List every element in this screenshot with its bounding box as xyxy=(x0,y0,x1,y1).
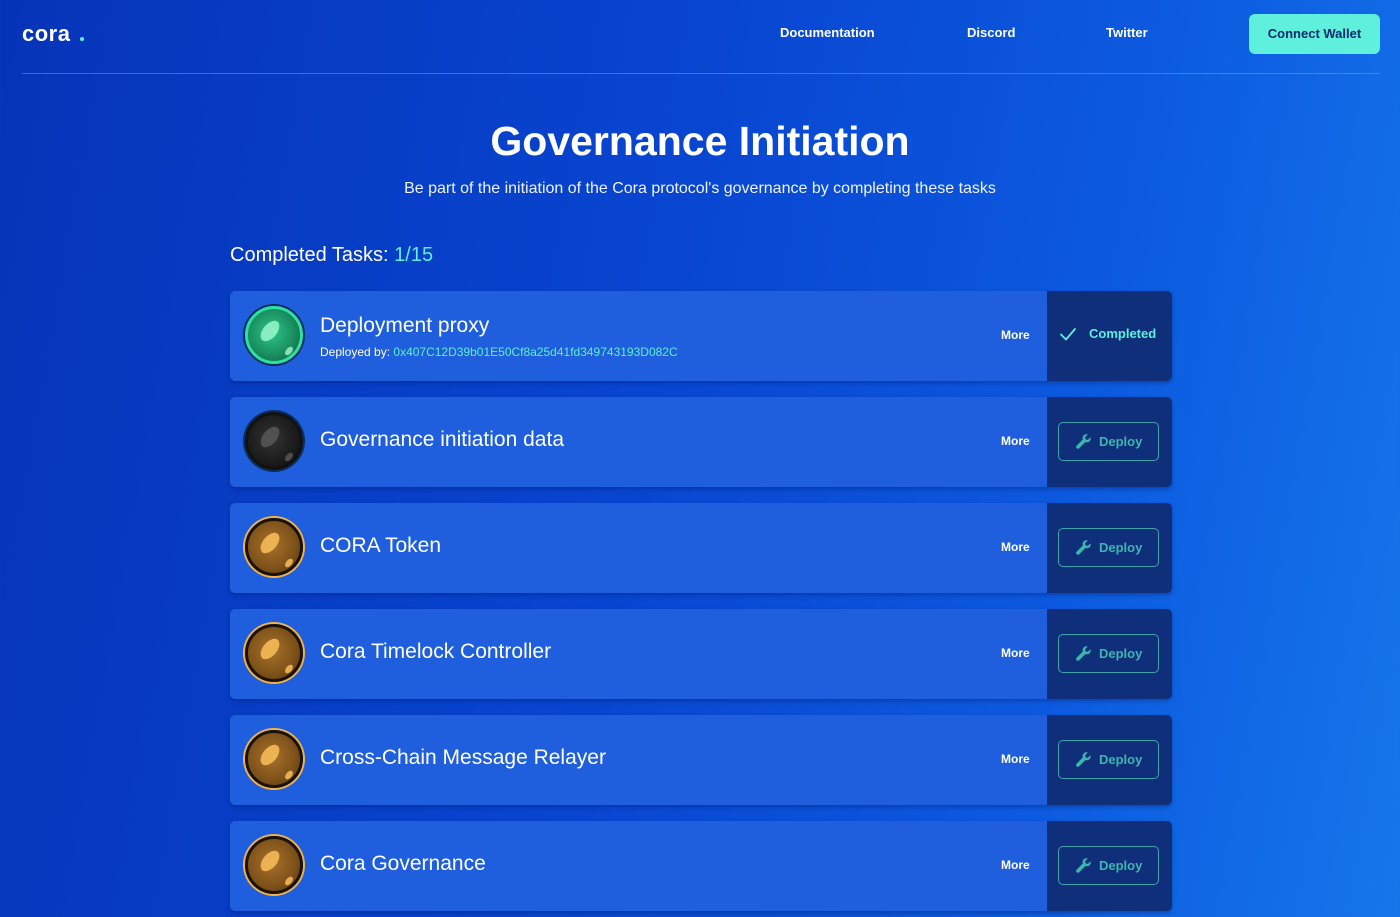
deployer-address-link[interactable]: 0x407C12D39b01E50Cf8a25d41fd349743193D08… xyxy=(393,345,677,359)
nav-link-documentation[interactable]: Documentation xyxy=(780,25,875,40)
wrench-icon xyxy=(1076,646,1091,661)
deploy-button[interactable]: Deploy xyxy=(1058,846,1159,885)
page-subtitle: Be part of the initiation of the Cora pr… xyxy=(404,180,996,197)
wrench-icon xyxy=(1076,858,1091,873)
task-name: Deployment proxy xyxy=(320,314,490,337)
task-action-panel: Deploy xyxy=(1047,397,1172,487)
task-action-panel: Deploy xyxy=(1047,503,1172,593)
completed-status-label: Completed xyxy=(1089,326,1157,341)
green-orb-icon xyxy=(245,306,303,364)
task-action-panel: Deploy xyxy=(1047,821,1172,911)
gold-orb-icon xyxy=(245,624,303,682)
task-name: CORA Token xyxy=(320,534,442,557)
task-card-cora-token: CORA Token More Deploy xyxy=(230,503,1172,593)
deploy-button-label: Deploy xyxy=(1099,540,1143,555)
more-button[interactable]: More xyxy=(1001,434,1030,448)
more-button[interactable]: More xyxy=(1001,858,1030,872)
task-card-governance-initiation-data: Governance initiation data More Deploy xyxy=(230,397,1172,487)
deployed-by-label: Deployed by: xyxy=(320,345,391,359)
deploy-button-label: Deploy xyxy=(1099,752,1143,767)
connect-wallet-button[interactable]: Connect Wallet xyxy=(1249,14,1380,54)
task-name: Cora Governance xyxy=(320,852,486,875)
wrench-icon xyxy=(1076,752,1091,767)
task-card-cora-governance: Cora Governance More Deploy xyxy=(230,821,1172,911)
more-button[interactable]: More xyxy=(1001,328,1030,342)
nav-link-twitter[interactable]: Twitter xyxy=(1106,25,1148,40)
black-orb-icon xyxy=(245,412,303,470)
completed-tasks-count: 1/15 xyxy=(394,244,434,266)
task-action-panel: Deploy xyxy=(1047,609,1172,699)
task-action-panel: Deploy xyxy=(1047,715,1172,805)
cora-logo[interactable]: cora xyxy=(22,21,70,47)
wrench-icon xyxy=(1076,434,1091,449)
task-card-cora-timelock-controller: Cora Timelock Controller More Deploy xyxy=(230,609,1172,699)
more-button[interactable]: More xyxy=(1001,646,1030,660)
deploy-button[interactable]: Deploy xyxy=(1058,740,1159,779)
task-name: Governance initiation data xyxy=(320,428,564,451)
gold-orb-icon xyxy=(245,730,303,788)
task-name: Cross-Chain Message Relayer xyxy=(320,746,606,769)
task-action-panel: Completed xyxy=(1047,291,1172,381)
task-card-cross-chain-message-relayer: Cross-Chain Message Relayer More Deploy xyxy=(230,715,1172,805)
gold-orb-icon xyxy=(245,836,303,894)
deploy-button[interactable]: Deploy xyxy=(1058,528,1159,567)
completed-tasks-counter: Completed Tasks: 1/15 xyxy=(230,244,433,267)
wrench-icon xyxy=(1076,540,1091,555)
page-title: Governance Initiation xyxy=(490,118,910,164)
more-button[interactable]: More xyxy=(1001,752,1030,766)
deploy-button-label: Deploy xyxy=(1099,434,1143,449)
deploy-button-label: Deploy xyxy=(1099,646,1143,661)
deploy-button[interactable]: Deploy xyxy=(1058,422,1159,461)
gold-orb-icon xyxy=(245,518,303,576)
logo-dot-icon xyxy=(80,37,84,41)
deploy-button[interactable]: Deploy xyxy=(1058,634,1159,673)
task-list: Deployment proxy Deployed by: 0x407C12D3… xyxy=(230,291,1172,917)
top-navigation-bar: cora Documentation Discord Twitter Conne… xyxy=(22,0,1380,74)
completed-tasks-label: Completed Tasks: xyxy=(230,244,389,266)
deploy-button-label: Deploy xyxy=(1099,858,1143,873)
checkmark-icon xyxy=(1060,328,1076,341)
more-button[interactable]: More xyxy=(1001,540,1030,554)
task-card-deployment-proxy: Deployment proxy Deployed by: 0x407C12D3… xyxy=(230,291,1172,381)
deployed-by-info: Deployed by: 0x407C12D39b01E50Cf8a25d41f… xyxy=(320,345,678,359)
task-name: Cora Timelock Controller xyxy=(320,640,552,663)
nav-link-discord[interactable]: Discord xyxy=(967,25,1015,40)
